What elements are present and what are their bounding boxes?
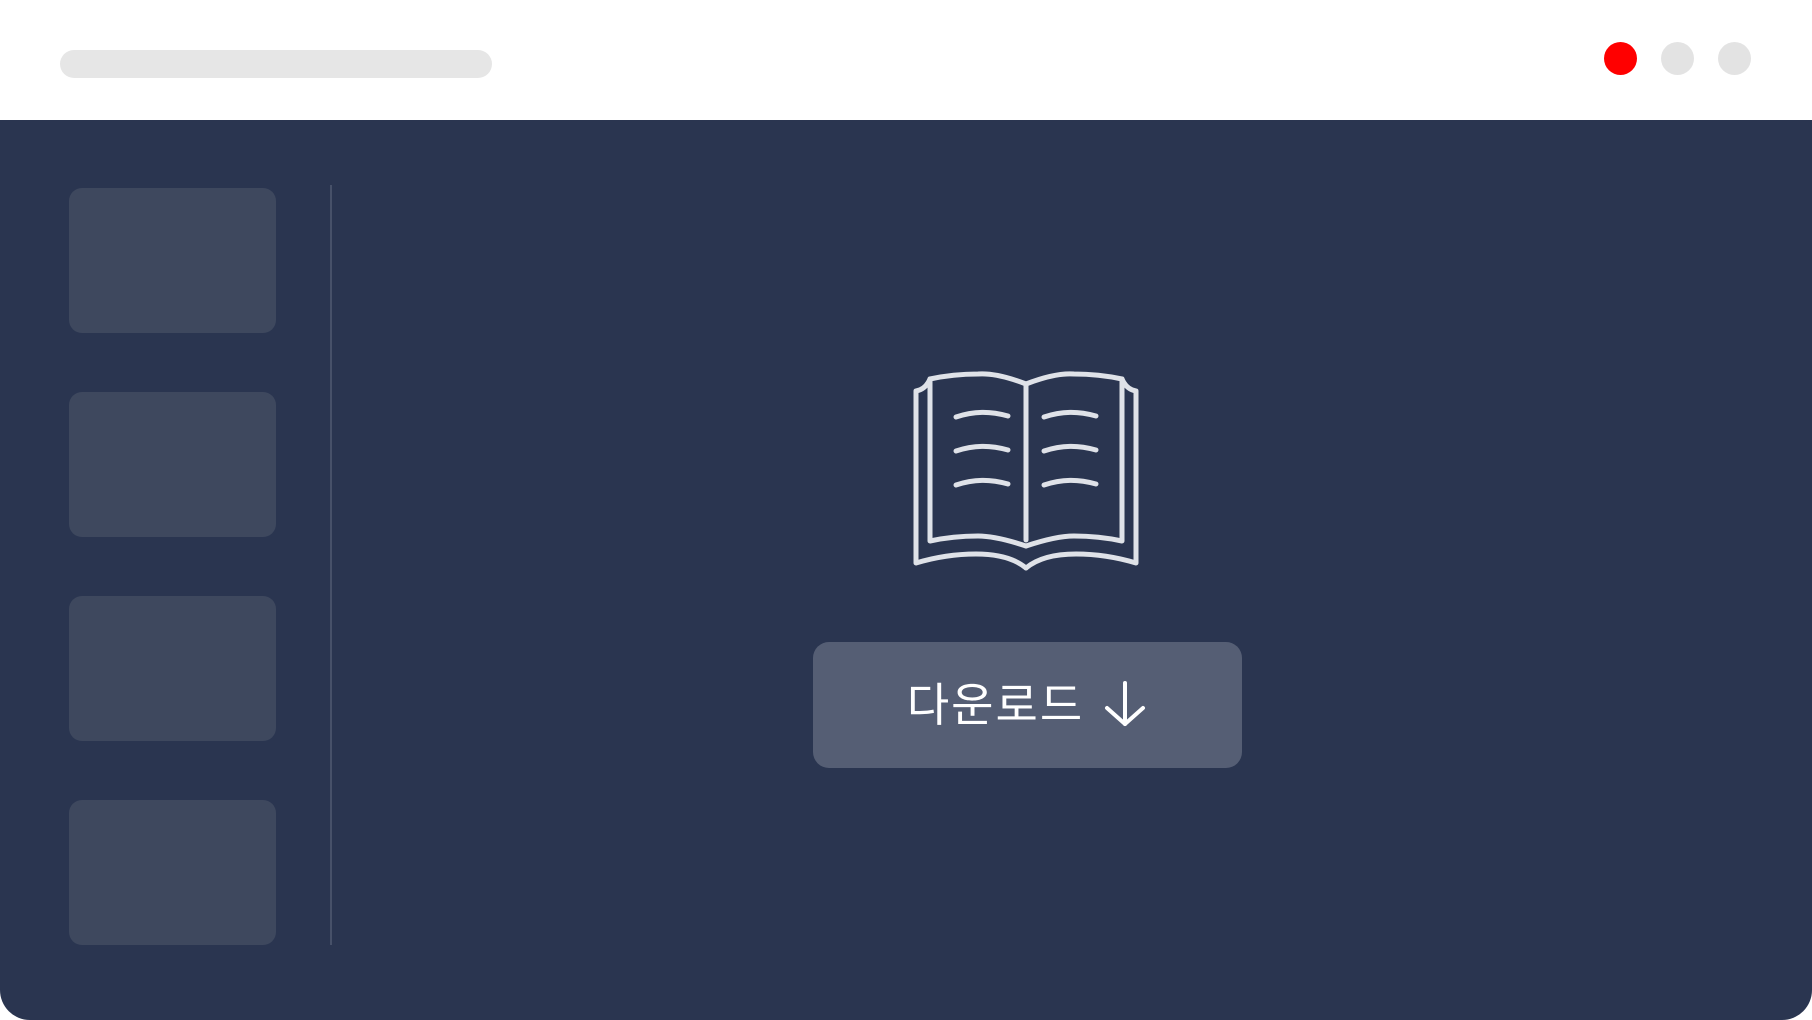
maximize-window-button[interactable] <box>1718 42 1751 75</box>
main-panel: 다운로드 <box>332 120 1812 1020</box>
download-button[interactable]: 다운로드 <box>813 642 1242 768</box>
close-window-button[interactable] <box>1604 42 1637 75</box>
app-window: 다운로드 <box>0 0 1812 1020</box>
minimize-window-button[interactable] <box>1661 42 1694 75</box>
arrow-down-icon <box>1105 681 1146 726</box>
sidebar <box>0 120 330 1020</box>
title-bar <box>0 0 1812 120</box>
sidebar-thumbnail[interactable] <box>69 392 276 537</box>
download-button-label: 다운로드 <box>906 678 1085 732</box>
open-book-icon <box>913 371 1139 571</box>
content-area: 다운로드 <box>0 120 1812 1020</box>
sidebar-thumbnail[interactable] <box>69 188 276 333</box>
address-bar[interactable] <box>60 50 492 78</box>
sidebar-thumbnail[interactable] <box>69 800 276 945</box>
sidebar-thumbnail[interactable] <box>69 596 276 741</box>
